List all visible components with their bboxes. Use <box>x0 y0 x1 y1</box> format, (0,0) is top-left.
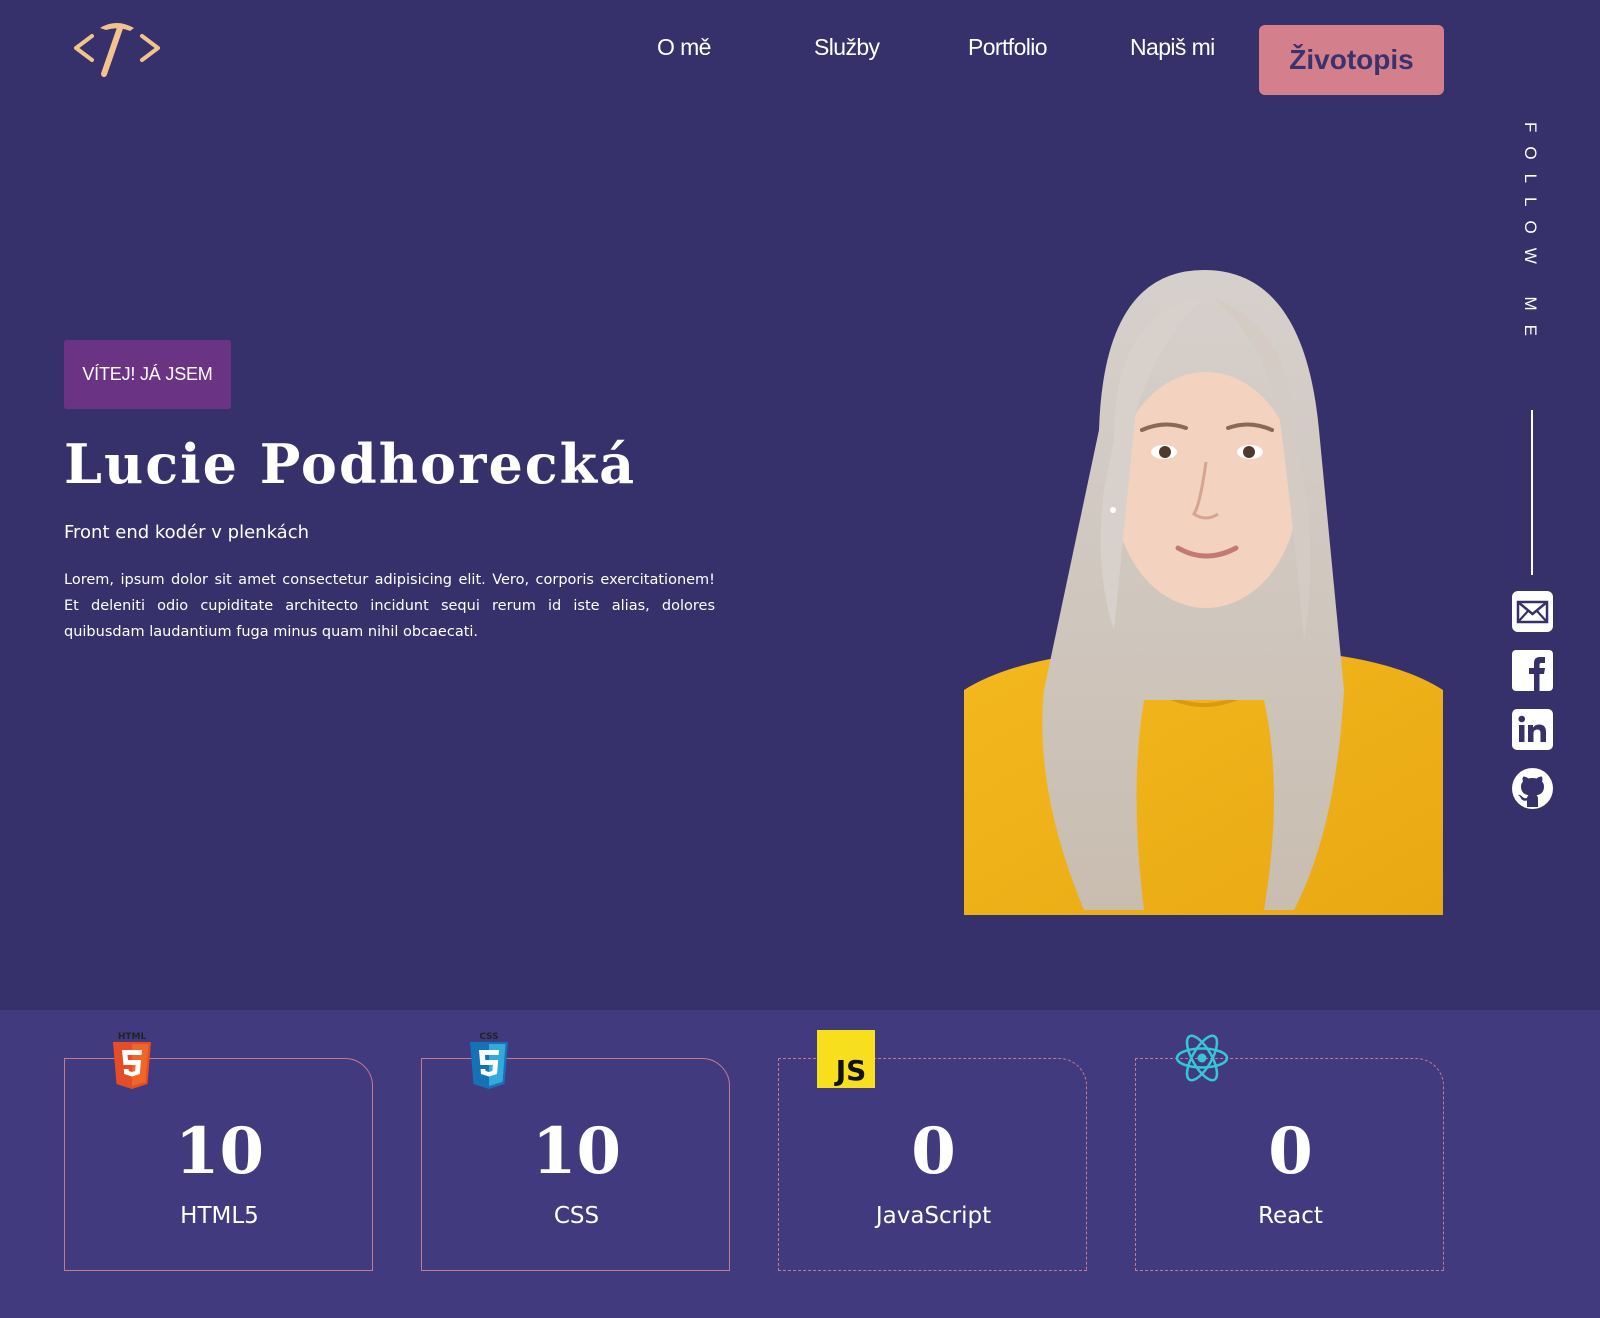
portrait-photo <box>964 270 1443 915</box>
main-nav: O mě Služby Portfolio Napiš mi Životopis <box>0 12 1600 95</box>
skill-count: 0 <box>911 1114 956 1189</box>
facebook-icon[interactable] <box>1512 650 1553 691</box>
follow-divider <box>1531 410 1533 575</box>
svg-text:JS: JS <box>834 1054 867 1087</box>
nav-link-o-me[interactable]: O mě <box>657 34 711 61</box>
skill-count: 10 <box>531 1114 622 1189</box>
cv-button[interactable]: Životopis <box>1259 25 1444 95</box>
skill-card-javascript: 0 JavaScript <box>778 1058 1087 1271</box>
javascript-icon: JS <box>817 1030 875 1088</box>
nav-link-portfolio[interactable]: Portfolio <box>968 34 1048 61</box>
svg-text:HTML: HTML <box>118 1032 147 1042</box>
follow-me-label: FOLLOW ME <box>1521 122 1540 351</box>
hero-name: Lucie Podhorecká <box>64 432 637 496</box>
github-icon[interactable] <box>1512 768 1553 809</box>
nav-link-sluzby[interactable]: Služby <box>814 34 880 61</box>
skill-name: HTML5 <box>180 1203 259 1229</box>
nav-link-napis-mi[interactable]: Napiš mi <box>1130 34 1215 61</box>
css3-icon: CSS <box>470 1032 508 1089</box>
svg-text:CSS: CSS <box>479 1032 498 1042</box>
hero-description: Lorem, ipsum dolor sit amet consectetur … <box>64 572 715 640</box>
skill-card-react: 0 React <box>1135 1058 1444 1271</box>
welcome-badge: VÍTEJ! JÁ JSEM <box>64 340 231 409</box>
skill-name: CSS <box>553 1203 600 1229</box>
skill-name: React <box>1258 1203 1323 1229</box>
site-header: O mě Služby Portfolio Napiš mi Životopis <box>0 0 1600 100</box>
skill-count: 10 <box>174 1114 265 1189</box>
html5-icon: HTML <box>113 1032 151 1089</box>
email-icon[interactable] <box>1512 591 1553 632</box>
linkedin-icon[interactable] <box>1512 709 1553 750</box>
react-icon <box>1175 1034 1229 1082</box>
hero-subtitle: Front end kodér v plenkách <box>64 522 310 543</box>
skill-name: JavaScript <box>875 1203 992 1229</box>
skill-count: 0 <box>1268 1114 1313 1189</box>
